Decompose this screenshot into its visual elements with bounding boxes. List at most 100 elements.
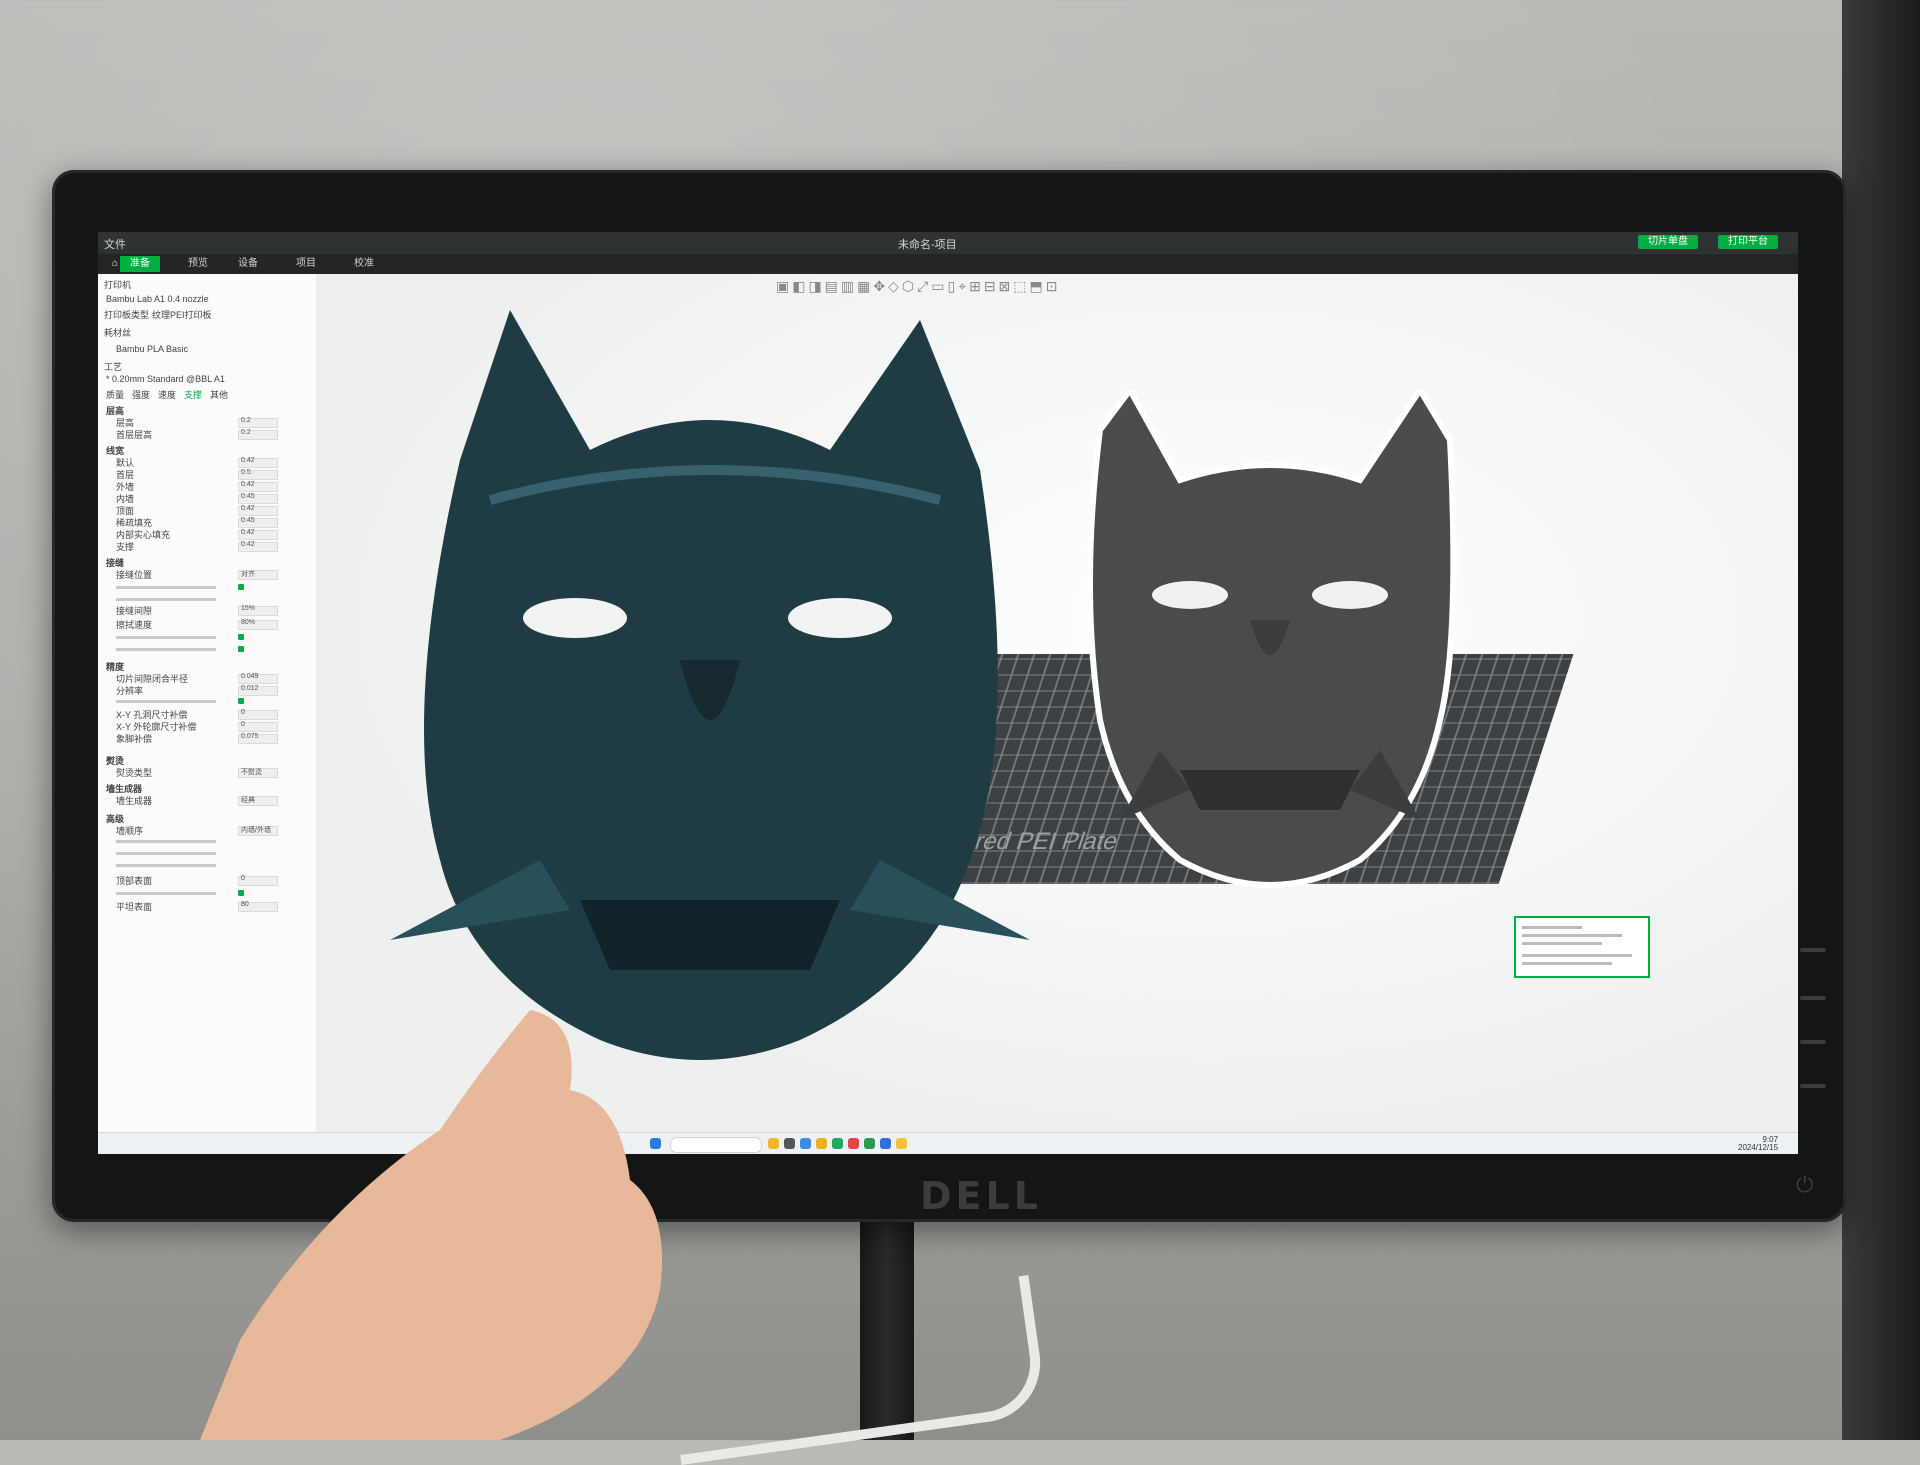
setting-input[interactable]: 0.5 (238, 469, 278, 480)
printer-header: 打印机 (104, 280, 132, 290)
notification-line (1522, 942, 1602, 945)
setting-input[interactable]: 0 (238, 721, 278, 732)
setting-input[interactable]: 0.42 (238, 481, 278, 492)
app-icon[interactable] (800, 1138, 811, 1149)
setting-label: 接缝位置 (116, 570, 153, 580)
setting-checkbox[interactable] (238, 634, 244, 640)
setting-row (116, 636, 216, 639)
setting-input[interactable]: 对齐 (238, 570, 278, 580)
setting-label: 接缝间隙 (116, 606, 153, 616)
setting-input[interactable]: 80 (238, 901, 278, 912)
setting-label: 墙生成器 (116, 796, 153, 806)
setting-label: 分辨率 (116, 686, 144, 696)
notification-panel (1514, 916, 1650, 978)
setting-row (116, 700, 216, 703)
setting-input[interactable]: 0.2 (238, 429, 278, 440)
tab-bar: ⌂ 准备 预览 设备 项目 校准 (98, 254, 1798, 274)
setting-checkbox[interactable] (238, 646, 244, 652)
hand (200, 1010, 662, 1440)
setting-input[interactable]: 0.049 (238, 673, 278, 684)
tab-preview[interactable]: 预览 (178, 256, 218, 272)
setting-label: 墙顺序 (116, 826, 144, 836)
process-profile-select[interactable]: * 0.20mm Standard @BBL A1 (106, 374, 225, 384)
power-icon[interactable]: ⏻ (1796, 1172, 1813, 1198)
plate-type-label: 打印板类型 (104, 310, 150, 320)
monitor-brand-logo: DELL (920, 1174, 1042, 1218)
setting-input[interactable]: 0.42 (238, 541, 278, 552)
print-button[interactable]: 打印平台 (1718, 235, 1778, 249)
setting-label: 顶部表面 (116, 876, 153, 886)
setting-input[interactable]: 15% (238, 605, 278, 616)
tab-calibration[interactable]: 校准 (344, 256, 384, 272)
slice-button[interactable]: 切片单盘 (1638, 235, 1698, 249)
setting-label: 擦拭速度 (116, 620, 153, 630)
notification-line (1522, 934, 1622, 937)
setting-input[interactable]: 0 (238, 875, 278, 886)
setting-label: 首层层高 (116, 430, 153, 440)
setting-row (116, 586, 216, 589)
setting-label: 支撑 (116, 542, 135, 552)
app-icon[interactable] (784, 1138, 795, 1149)
monitor-button[interactable] (1800, 1040, 1826, 1044)
setting-label: 熨烫类型 (116, 768, 153, 778)
setting-row (116, 852, 216, 855)
printer-select[interactable]: Bambu Lab A1 0.4 nozzle (106, 294, 209, 304)
tab-device[interactable]: 设备 (228, 256, 268, 272)
setting-select[interactable]: 经典 (238, 796, 278, 806)
app-icon[interactable] (896, 1138, 907, 1149)
app-icon[interactable] (768, 1138, 779, 1149)
notification-line (1522, 926, 1582, 929)
setting-input[interactable]: 0.42 (238, 457, 278, 468)
setting-input[interactable]: 80% (238, 619, 278, 630)
monitor-button[interactable] (1800, 948, 1826, 952)
setting-select[interactable]: 不熨烫 (238, 768, 278, 778)
wall-post (1842, 0, 1920, 1440)
viewport-toolbar[interactable]: ▣◧◨▤▥▦✥◇⬡⤢▭▯⌖⊞⊟⊠⬚⬒⊡ (776, 278, 1060, 295)
notification-line (1522, 962, 1612, 965)
filament-header: 耗材丝 (104, 328, 132, 338)
setting-input[interactable]: 0.42 (238, 505, 278, 516)
tab-speed[interactable]: 速度 (158, 388, 176, 401)
setting-label: 平坦表面 (116, 902, 153, 912)
tab-project[interactable]: 项目 (286, 256, 326, 272)
setting-row (116, 864, 216, 867)
setting-input[interactable]: 0.42 (238, 529, 278, 540)
setting-input[interactable]: 0.012 (238, 685, 278, 696)
filament-select[interactable]: Bambu PLA Basic (116, 344, 188, 354)
setting-checkbox[interactable] (238, 890, 244, 896)
file-menu[interactable]: 文件 (104, 236, 126, 252)
setting-input[interactable]: 0.075 (238, 733, 278, 744)
plate-type-select[interactable]: 纹理PEI打印板 (152, 308, 212, 321)
tab-prepare[interactable]: 准备 (120, 256, 160, 272)
setting-row (116, 840, 216, 843)
setting-row (116, 598, 216, 601)
monitor-button[interactable] (1800, 996, 1826, 1000)
setting-checkbox[interactable] (238, 584, 244, 590)
process-header: 工艺 (104, 362, 123, 372)
monitor-button[interactable] (1800, 1084, 1826, 1088)
app-icon[interactable] (832, 1138, 843, 1149)
setting-input[interactable]: 0.45 (238, 517, 278, 528)
notification-line (1522, 954, 1632, 957)
setting-input[interactable]: 0.2 (238, 417, 278, 428)
app-icon[interactable] (816, 1138, 827, 1149)
taskbar-clock[interactable]: 9:07 2024/12/15 (1738, 1136, 1778, 1152)
setting-select[interactable]: 内墙/外墙 (238, 826, 278, 836)
tab-support[interactable]: 支撑 (184, 388, 202, 401)
mask-printed (390, 310, 1030, 1060)
setting-input[interactable]: 0 (238, 709, 278, 720)
app-icon[interactable] (848, 1138, 859, 1149)
setting-input[interactable]: 0.45 (238, 493, 278, 504)
app-icon[interactable] (864, 1138, 875, 1149)
tab-strength[interactable]: 强度 (132, 388, 150, 401)
tab-others[interactable]: 其他 (210, 388, 228, 401)
window-title: 未命名-项目 (898, 239, 957, 251)
mask-model-3d (1087, 390, 1457, 888)
title-bar: 文件 未命名-项目 切片单盘 打印平台 (98, 232, 1798, 254)
setting-checkbox[interactable] (238, 698, 244, 704)
clock-date: 2024/12/15 (1738, 1143, 1779, 1152)
tab-quality[interactable]: 质量 (106, 388, 124, 401)
app-icon[interactable] (880, 1138, 891, 1149)
setting-row (116, 648, 216, 651)
setting-row (116, 892, 216, 895)
